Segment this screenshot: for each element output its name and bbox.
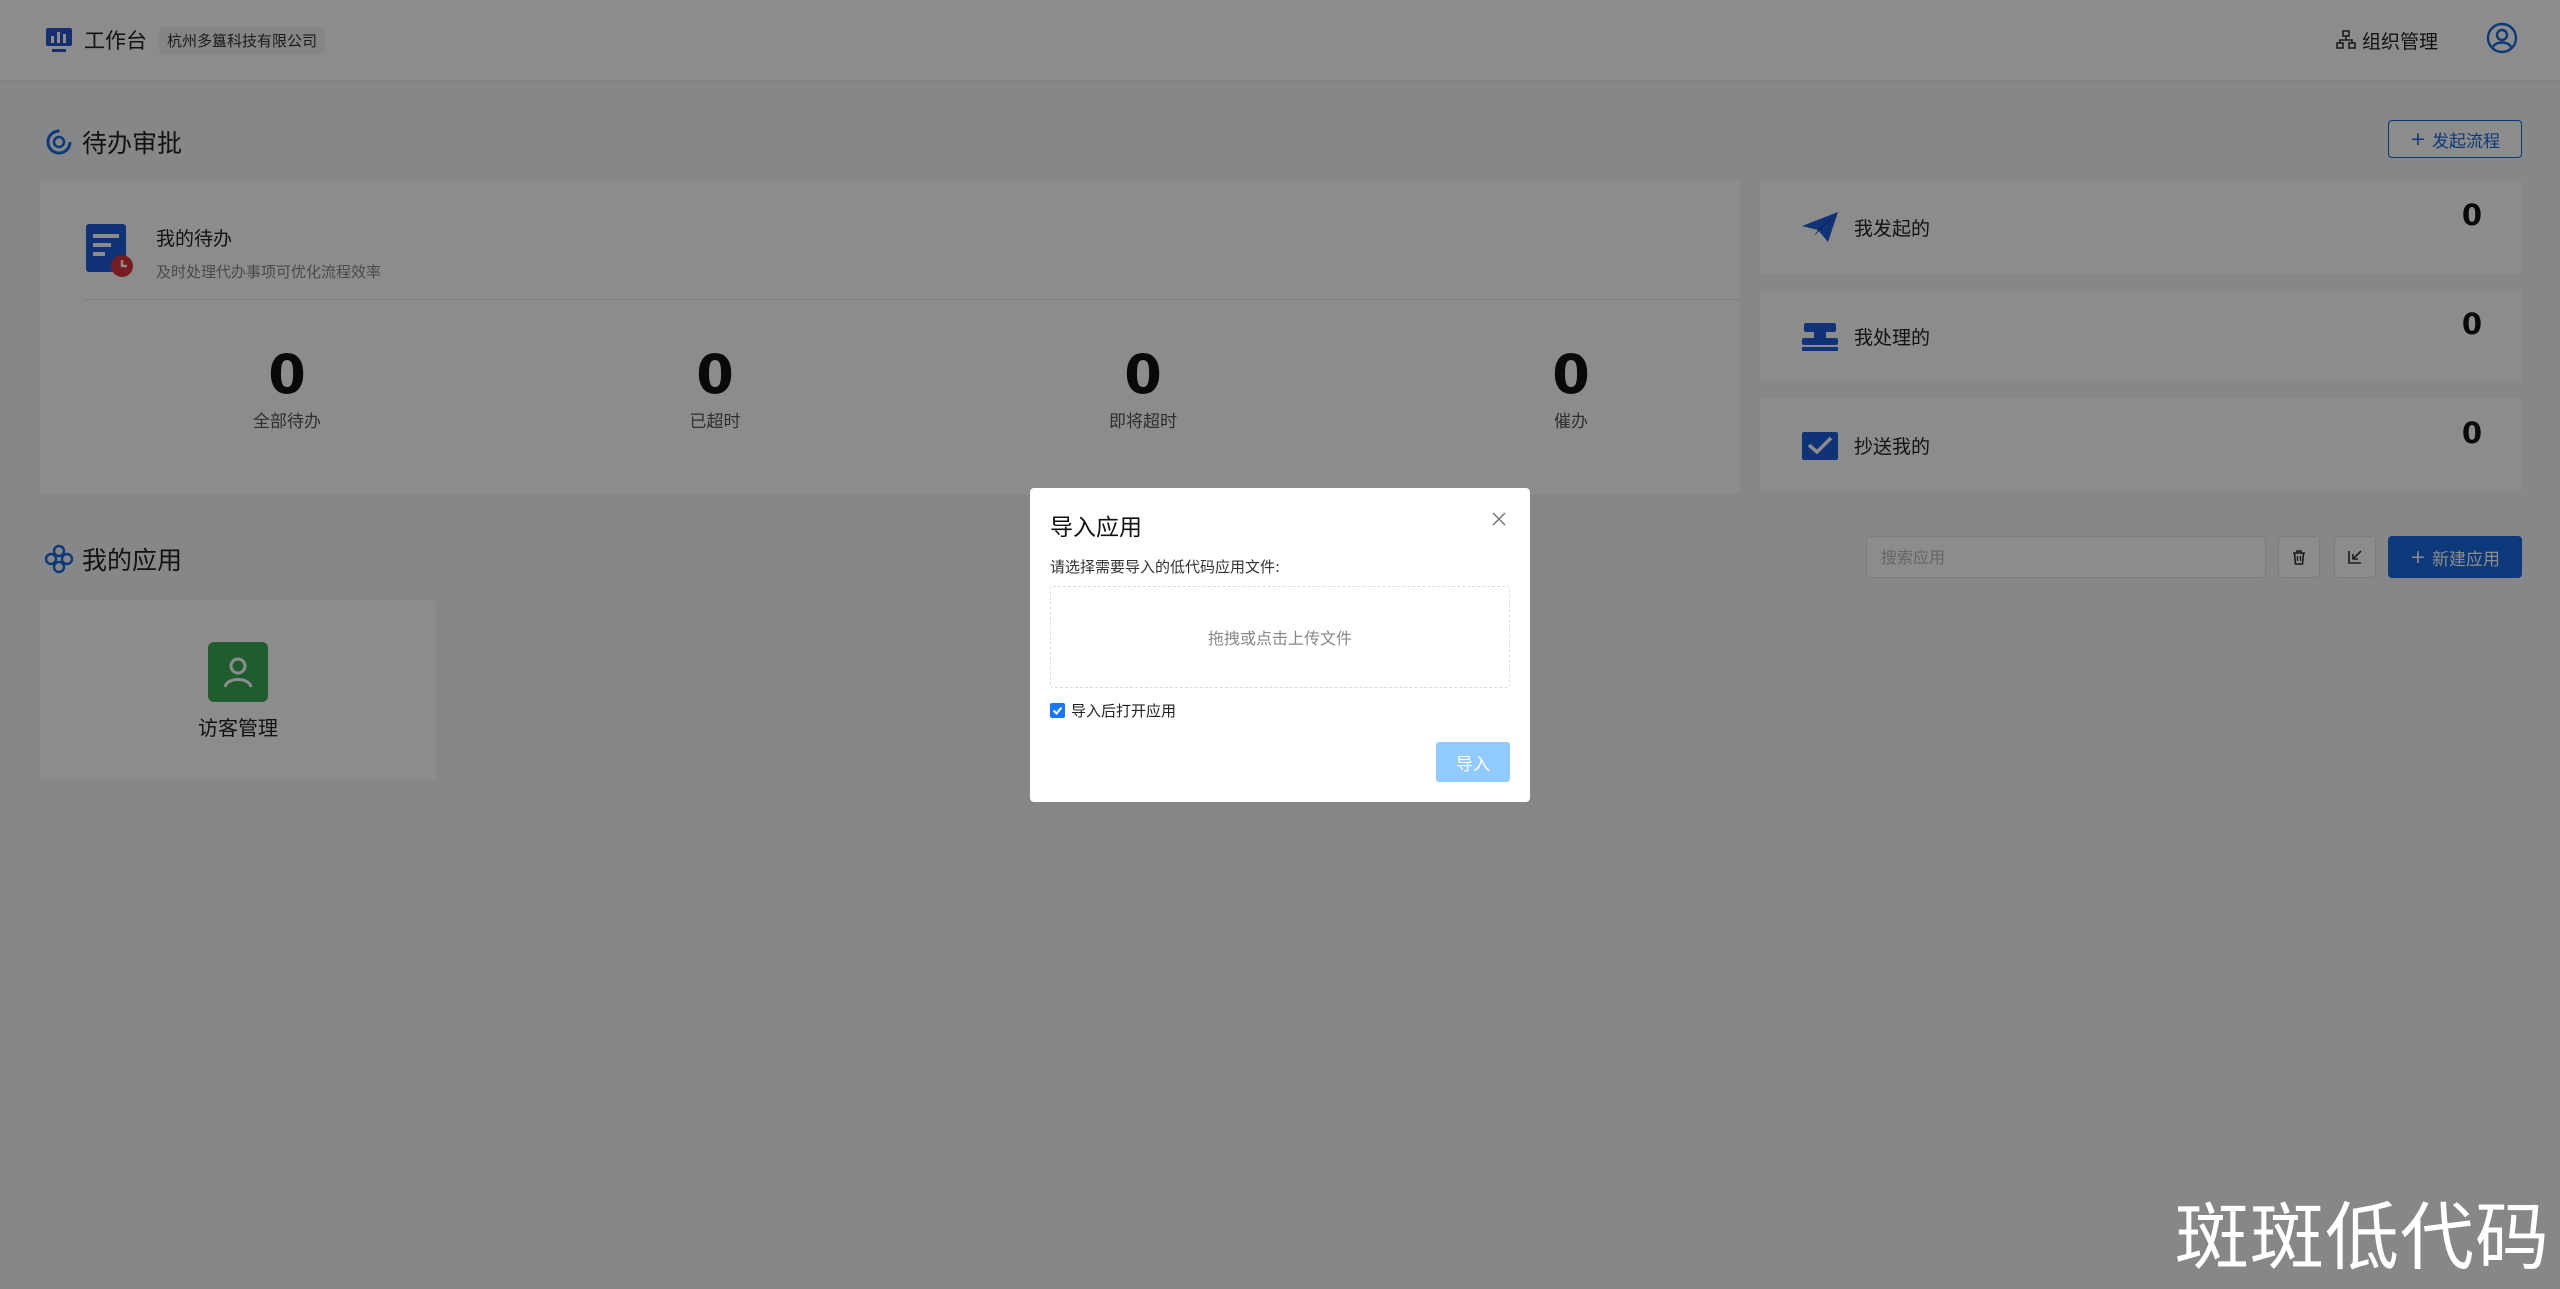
checkbox-checked-icon[interactable] [1050,703,1065,718]
close-icon[interactable] [1488,508,1510,530]
checkbox-label: 导入后打开应用 [1071,702,1177,720]
modal-description: 请选择需要导入的低代码应用文件: [1050,558,1281,576]
import-submit-label: 导入 [1456,754,1490,775]
open-after-import-checkbox[interactable]: 导入后打开应用 [1050,700,1176,721]
import-app-modal: 导入应用 请选择需要导入的低代码应用文件: 拖拽或点击上传文件 导入后打开应用 … [1030,488,1530,802]
import-submit-button[interactable]: 导入 [1436,742,1510,782]
watermark: 斑斑低代码 [2175,1195,2550,1281]
dropzone-text: 拖拽或点击上传文件 [1207,629,1352,648]
modal-title: 导入应用 [1050,515,1142,541]
file-dropzone[interactable]: 拖拽或点击上传文件 [1050,586,1510,688]
